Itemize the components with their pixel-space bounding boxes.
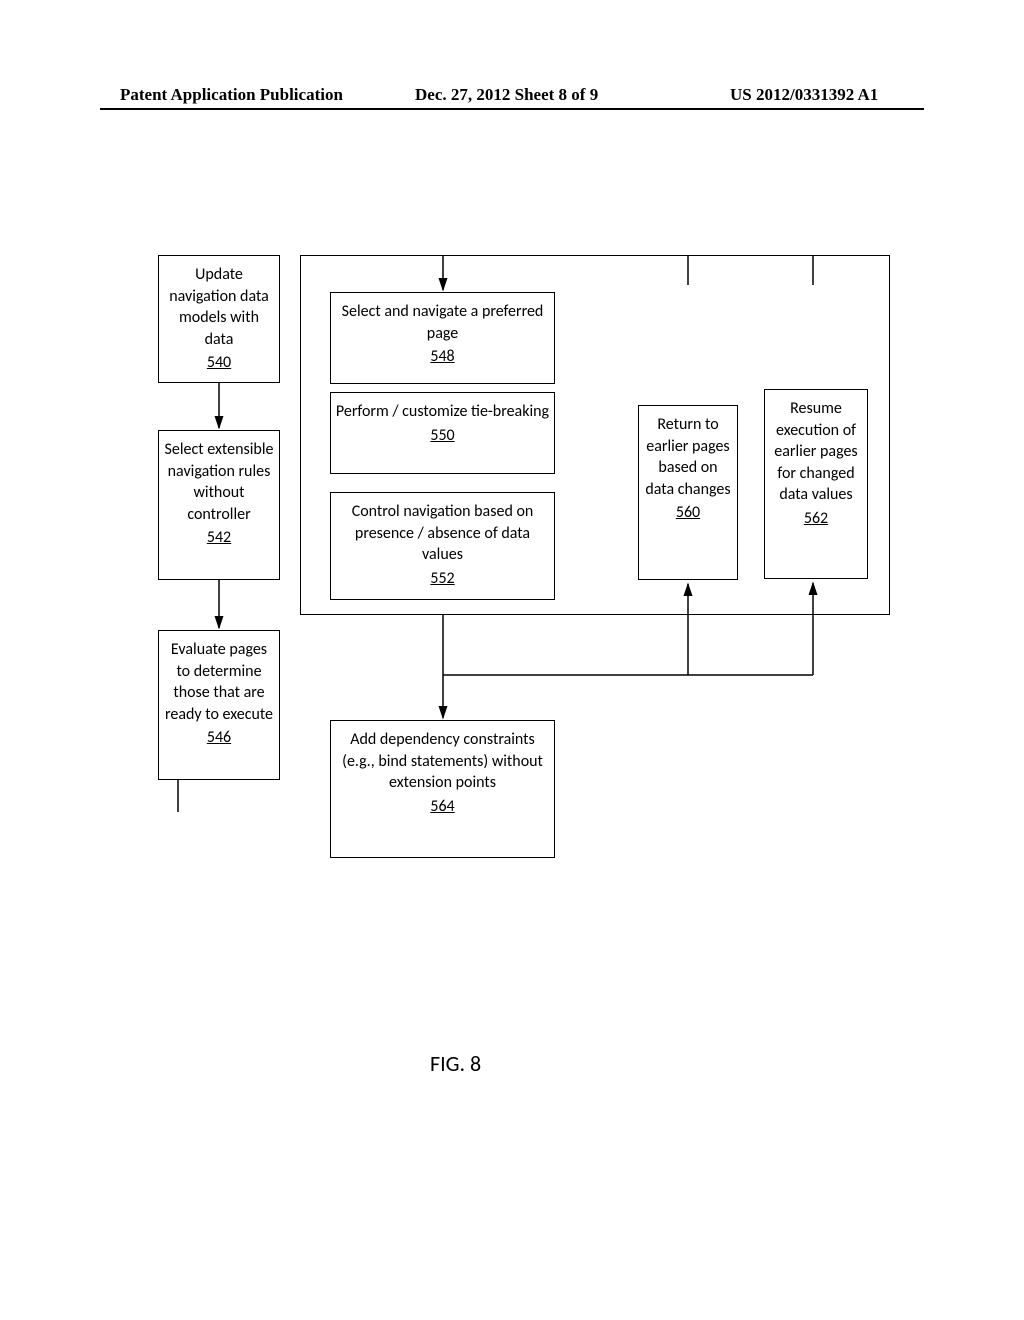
box-550: Perform / customize tie-breaking 550 [330, 392, 555, 474]
box-540-num: 540 [163, 352, 275, 374]
box-542-text: Select extensible navigation rules witho… [165, 440, 274, 524]
box-546-text: Evaluate pages to determine those that a… [165, 640, 273, 724]
box-548: Select and navigate a preferred page 548 [330, 292, 555, 384]
box-552-num: 552 [335, 568, 550, 590]
box-562: Resume execution of earlier pages for ch… [764, 389, 868, 579]
box-550-num: 550 [335, 425, 550, 447]
box-564-num: 564 [335, 796, 550, 818]
box-564-text: Add dependency constraints (e.g., bind s… [342, 730, 543, 792]
box-560-num: 560 [643, 502, 733, 524]
figure-label: FIG. 8 [430, 1050, 481, 1077]
header-right: US 2012/0331392 A1 [730, 85, 878, 105]
box-562-text: Resume execution of earlier pages for ch… [774, 399, 857, 504]
box-540: Update navigation data models with data … [158, 255, 280, 383]
header-left: Patent Application Publication [120, 85, 343, 105]
box-550-text: Perform / customize tie-breaking [336, 402, 549, 421]
box-560-text: Return to earlier pages based on data ch… [645, 415, 730, 499]
box-546: Evaluate pages to determine those that a… [158, 630, 280, 780]
box-552: Control navigation based on presence / a… [330, 492, 555, 600]
box-542-num: 542 [163, 527, 275, 549]
header-mid: Dec. 27, 2012 Sheet 8 of 9 [415, 85, 598, 105]
box-542: Select extensible navigation rules witho… [158, 430, 280, 580]
box-552-text: Control navigation based on presence / a… [352, 502, 534, 564]
box-548-text: Select and navigate a preferred page [342, 302, 544, 343]
box-564: Add dependency constraints (e.g., bind s… [330, 720, 555, 858]
box-560: Return to earlier pages based on data ch… [638, 405, 738, 580]
arrows-layer [0, 0, 1024, 1320]
header-rule [100, 108, 924, 110]
box-548-num: 548 [335, 346, 550, 368]
box-546-num: 546 [163, 727, 275, 749]
box-562-num: 562 [769, 508, 863, 530]
box-540-text: Update navigation data models with data [169, 265, 269, 349]
